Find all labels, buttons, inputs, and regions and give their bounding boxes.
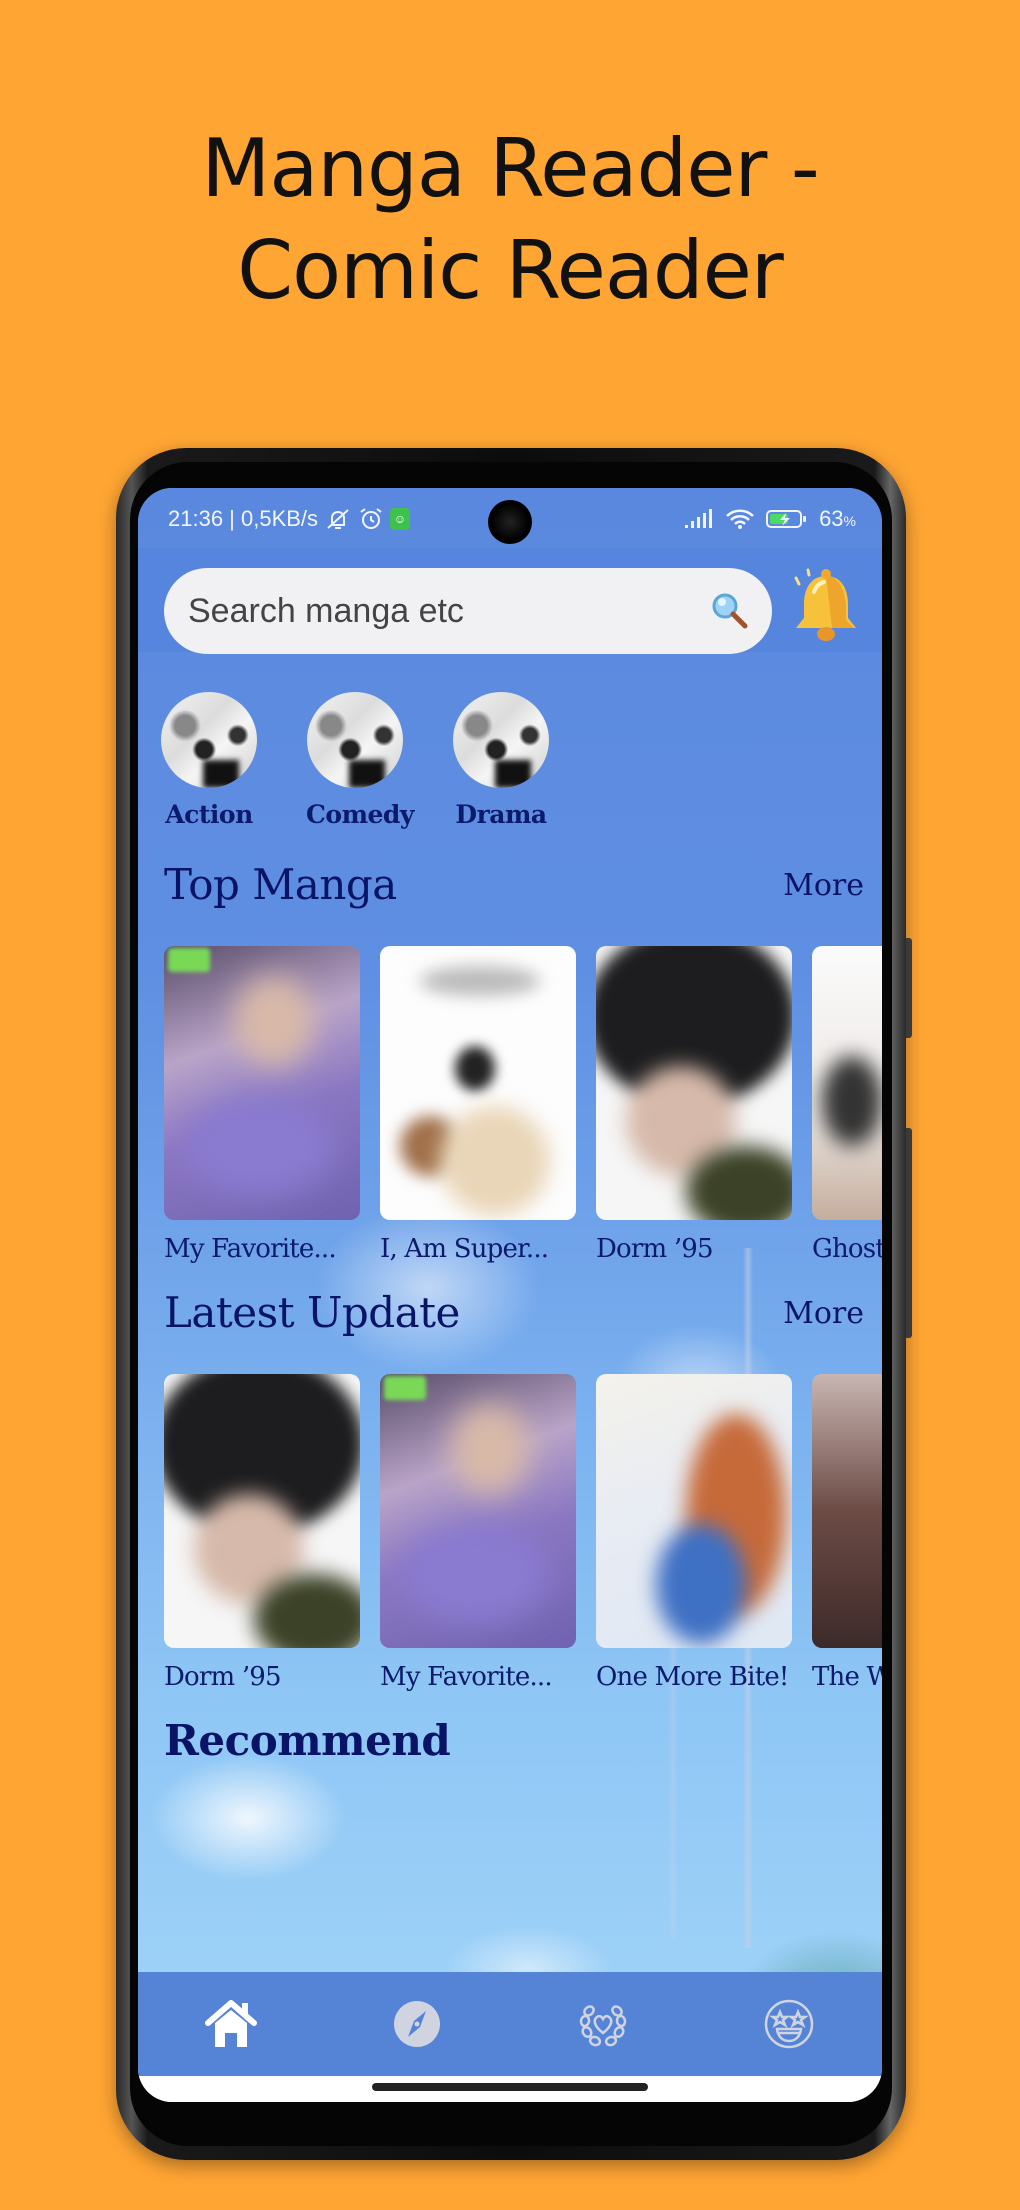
home-indicator[interactable] xyxy=(372,2083,648,2091)
status-left: 21:36 | 0,5KB/s ☺ xyxy=(168,506,411,532)
status-time-speed: 21:36 | 0,5KB/s xyxy=(168,506,319,531)
promo-title-line-1: Manga Reader - xyxy=(201,122,819,215)
nav-favorites[interactable] xyxy=(568,1989,638,2059)
volume-button xyxy=(906,938,912,1038)
promo-title: Manga Reader - Comic Reader xyxy=(0,118,1020,322)
manga-card[interactable]: Dorm ’95 xyxy=(596,946,792,1264)
star-eyes-face-icon xyxy=(764,1999,814,2049)
category-label: Comedy xyxy=(306,800,414,829)
manga-card[interactable]: My Favorite... xyxy=(164,946,360,1264)
manga-card[interactable]: My Favorite... xyxy=(380,1374,576,1692)
manga-card[interactable]: I, Am Super... xyxy=(380,946,576,1264)
battery-percentage: 63% xyxy=(819,506,856,531)
latest-update-list: Dorm ’95 My Favorite... One More Bite! T… xyxy=(164,1374,882,1692)
category-thumbnail xyxy=(307,692,403,788)
gesture-bar-area xyxy=(138,2076,882,2102)
manga-cover xyxy=(596,946,792,1220)
new-badge xyxy=(168,948,210,972)
manga-card[interactable]: One More Bite! xyxy=(596,1374,792,1692)
promo-title-line-2: Comic Reader xyxy=(237,224,784,317)
notifications-muted-icon xyxy=(327,509,349,529)
manga-cover xyxy=(812,1374,882,1648)
nav-discover[interactable] xyxy=(382,1989,452,2059)
search-bar[interactable] xyxy=(164,568,772,654)
nav-profile[interactable] xyxy=(754,1989,824,2059)
status-right: 63% xyxy=(683,506,856,532)
manga-cover xyxy=(596,1374,792,1648)
manga-card[interactable]: The W xyxy=(812,1374,882,1692)
manga-card[interactable]: Dorm ’95 xyxy=(164,1374,360,1692)
app-notification-icon: ☺ xyxy=(390,508,411,530)
category-label: Drama xyxy=(455,800,547,829)
heart-wreath-icon xyxy=(579,2005,627,2047)
manga-cover xyxy=(164,946,360,1220)
top-manga-title: Top Manga xyxy=(164,860,397,909)
home-icon xyxy=(205,2000,257,2047)
category-comedy[interactable]: Comedy xyxy=(306,692,414,829)
manga-cover xyxy=(164,1374,360,1648)
latest-update-more-link[interactable]: More xyxy=(783,1296,864,1331)
manga-title: The W xyxy=(812,1662,882,1692)
bell-icon[interactable] xyxy=(786,562,866,650)
search-icon[interactable] xyxy=(708,589,752,633)
manga-title: I, Am Super... xyxy=(380,1234,549,1264)
recommend-title: Recommend xyxy=(164,1716,451,1765)
category-thumbnail xyxy=(161,692,257,788)
front-camera xyxy=(488,500,532,544)
category-drama[interactable]: Drama xyxy=(452,692,550,829)
manga-title: My Favorite... xyxy=(164,1234,337,1264)
search-input[interactable] xyxy=(186,590,708,632)
app-screen: 21:36 | 0,5KB/s ☺ xyxy=(138,488,882,2102)
latest-update-title: Latest Update xyxy=(164,1288,460,1337)
manga-cover xyxy=(812,946,882,1220)
manga-title: Dorm ’95 xyxy=(164,1662,282,1692)
category-action[interactable]: Action xyxy=(160,692,258,829)
battery-charging-icon xyxy=(766,510,807,528)
status-bar: 21:36 | 0,5KB/s ☺ 63% xyxy=(138,488,882,548)
category-label: Action xyxy=(165,800,253,829)
new-badge xyxy=(384,1376,426,1400)
manga-cover xyxy=(380,1374,576,1648)
top-manga-list: My Favorite... I, Am Super... Dorm ’95 G… xyxy=(164,946,882,1264)
manga-cover xyxy=(380,946,576,1220)
nav-home[interactable] xyxy=(196,1989,266,2059)
manga-card[interactable]: Ghost xyxy=(812,946,882,1264)
power-button xyxy=(906,1128,912,1338)
manga-title: Dorm ’95 xyxy=(596,1234,714,1264)
category-thumbnail xyxy=(453,692,549,788)
manga-title: One More Bite! xyxy=(596,1662,789,1692)
category-list: Action Comedy Drama xyxy=(160,692,550,829)
signal-icon xyxy=(685,509,713,528)
manga-title: Ghost xyxy=(812,1234,882,1264)
alarm-icon xyxy=(360,508,382,529)
bottom-nav xyxy=(138,1972,882,2076)
manga-title: My Favorite... xyxy=(380,1662,553,1692)
compass-icon xyxy=(394,2001,440,2047)
app-header xyxy=(138,548,882,654)
wifi-icon xyxy=(726,509,754,529)
top-manga-more-link[interactable]: More xyxy=(783,868,864,903)
